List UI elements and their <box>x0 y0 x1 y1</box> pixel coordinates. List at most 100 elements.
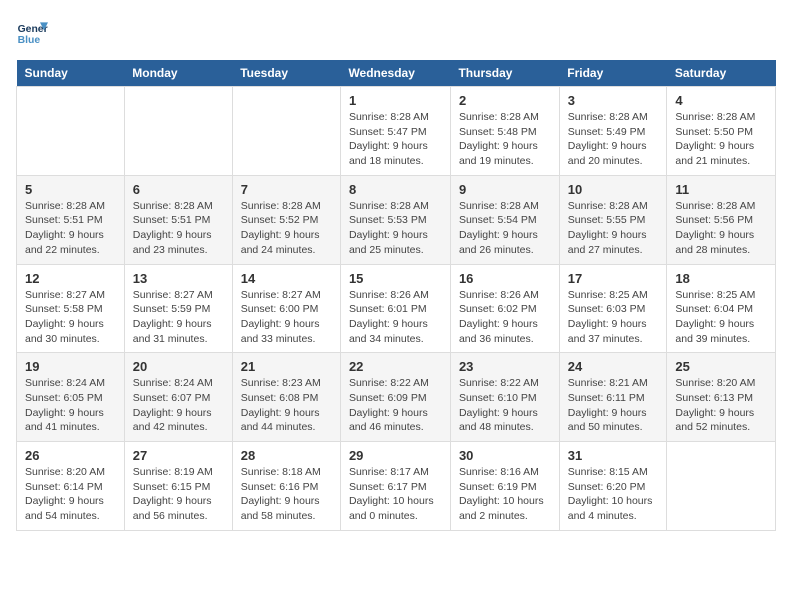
day-number: 29 <box>349 448 442 463</box>
weekday-header-sunday: Sunday <box>17 60 125 87</box>
day-info: Sunrise: 8:18 AM Sunset: 6:16 PM Dayligh… <box>241 465 332 524</box>
day-info: Sunrise: 8:25 AM Sunset: 6:03 PM Dayligh… <box>568 288 659 347</box>
calendar-cell <box>124 87 232 176</box>
calendar-cell: 7 Sunrise: 8:28 AM Sunset: 5:52 PM Daylig… <box>232 175 340 264</box>
day-info: Sunrise: 8:28 AM Sunset: 5:50 PM Dayligh… <box>675 110 767 169</box>
calendar-cell: 9Sunrise: 8:28 AM Sunset: 5:54 PM Daylig… <box>450 175 559 264</box>
logo: General Blue <box>16 16 52 48</box>
day-info: Sunrise: 8:23 AM Sunset: 6:08 PM Dayligh… <box>241 376 332 435</box>
day-info: Sunrise: 8:27 AM Sunset: 5:58 PM Dayligh… <box>25 288 116 347</box>
week-row-4: 19Sunrise: 8:24 AM Sunset: 6:05 PM Dayli… <box>17 353 776 442</box>
day-info: Sunrise: 8:22 AM Sunset: 6:10 PM Dayligh… <box>459 376 551 435</box>
calendar-cell: 18 Sunrise: 8:25 AM Sunset: 6:04 PM Dayli… <box>667 264 776 353</box>
weekday-header-monday: Monday <box>124 60 232 87</box>
week-row-1: 1Sunrise: 8:28 AM Sunset: 5:47 PM Daylig… <box>17 87 776 176</box>
day-number: 22 <box>349 359 442 374</box>
day-info: Sunrise: 8:24 AM Sunset: 6:07 PM Dayligh… <box>133 376 224 435</box>
day-number: 5 <box>25 182 116 197</box>
day-number: 12 <box>25 271 116 286</box>
calendar-cell: 16 Sunrise: 8:26 AM Sunset: 6:02 PM Dayli… <box>450 264 559 353</box>
day-number: 19 <box>25 359 116 374</box>
day-number: 18 <box>675 271 767 286</box>
day-info: Sunrise: 8:28 AM Sunset: 5:51 PM Dayligh… <box>133 199 224 258</box>
calendar-cell: 31 Sunrise: 8:15 AM Sunset: 6:20 PM Dayli… <box>559 442 667 531</box>
day-info: Sunrise: 8:15 AM Sunset: 6:20 PM Dayligh… <box>568 465 659 524</box>
calendar-cell: 10 Sunrise: 8:28 AM Sunset: 5:55 PM Dayli… <box>559 175 667 264</box>
calendar-cell: 24 Sunrise: 8:21 AM Sunset: 6:11 PM Dayli… <box>559 353 667 442</box>
day-info: Sunrise: 8:28 AM Sunset: 5:51 PM Dayligh… <box>25 199 116 258</box>
calendar-cell: 13 Sunrise: 8:27 AM Sunset: 5:59 PM Dayli… <box>124 264 232 353</box>
calendar-cell: 25 Sunrise: 8:20 AM Sunset: 6:13 PM Dayli… <box>667 353 776 442</box>
calendar-cell: 3 Sunrise: 8:28 AM Sunset: 5:49 PM Daylig… <box>559 87 667 176</box>
weekday-header-wednesday: Wednesday <box>340 60 450 87</box>
weekday-header-saturday: Saturday <box>667 60 776 87</box>
calendar-cell: 12 Sunrise: 8:27 AM Sunset: 5:58 PM Dayli… <box>17 264 125 353</box>
weekday-header-thursday: Thursday <box>450 60 559 87</box>
calendar-cell <box>17 87 125 176</box>
day-number: 13 <box>133 271 224 286</box>
calendar-cell: 17Sunrise: 8:25 AM Sunset: 6:03 PM Dayli… <box>559 264 667 353</box>
day-number: 23 <box>459 359 551 374</box>
day-number: 10 <box>568 182 659 197</box>
day-number: 25 <box>675 359 767 374</box>
day-number: 6 <box>133 182 224 197</box>
week-row-2: 5 Sunrise: 8:28 AM Sunset: 5:51 PM Daylig… <box>17 175 776 264</box>
day-info: Sunrise: 8:21 AM Sunset: 6:11 PM Dayligh… <box>568 376 659 435</box>
calendar-cell: 1Sunrise: 8:28 AM Sunset: 5:47 PM Daylig… <box>340 87 450 176</box>
day-number: 7 <box>241 182 332 197</box>
calendar-cell: 22 Sunrise: 8:22 AM Sunset: 6:09 PM Dayli… <box>340 353 450 442</box>
calendar-cell: 2 Sunrise: 8:28 AM Sunset: 5:48 PM Daylig… <box>450 87 559 176</box>
day-number: 21 <box>241 359 332 374</box>
week-row-5: 26Sunrise: 8:20 AM Sunset: 6:14 PM Dayli… <box>17 442 776 531</box>
day-number: 31 <box>568 448 659 463</box>
calendar-cell: 27 Sunrise: 8:19 AM Sunset: 6:15 PM Dayli… <box>124 442 232 531</box>
calendar-cell: 30Sunrise: 8:16 AM Sunset: 6:19 PM Dayli… <box>450 442 559 531</box>
day-info: Sunrise: 8:26 AM Sunset: 6:02 PM Dayligh… <box>459 288 551 347</box>
day-info: Sunrise: 8:20 AM Sunset: 6:13 PM Dayligh… <box>675 376 767 435</box>
day-number: 24 <box>568 359 659 374</box>
weekday-header-tuesday: Tuesday <box>232 60 340 87</box>
calendar-cell: 21 Sunrise: 8:23 AM Sunset: 6:08 PM Dayli… <box>232 353 340 442</box>
day-number: 8 <box>349 182 442 197</box>
weekday-header-row: SundayMondayTuesdayWednesdayThursdayFrid… <box>17 60 776 87</box>
svg-text:Blue: Blue <box>18 35 41 46</box>
calendar-table: SundayMondayTuesdayWednesdayThursdayFrid… <box>16 60 776 531</box>
calendar-cell: 15 Sunrise: 8:26 AM Sunset: 6:01 PM Dayli… <box>340 264 450 353</box>
day-number: 4 <box>675 93 767 108</box>
day-number: 16 <box>459 271 551 286</box>
day-number: 3 <box>568 93 659 108</box>
day-info: Sunrise: 8:28 AM Sunset: 5:53 PM Dayligh… <box>349 199 442 258</box>
calendar-cell: 11Sunrise: 8:28 AM Sunset: 5:56 PM Dayli… <box>667 175 776 264</box>
calendar-cell: 28 Sunrise: 8:18 AM Sunset: 6:16 PM Dayli… <box>232 442 340 531</box>
day-info: Sunrise: 8:25 AM Sunset: 6:04 PM Dayligh… <box>675 288 767 347</box>
day-number: 14 <box>241 271 332 286</box>
day-info: Sunrise: 8:26 AM Sunset: 6:01 PM Dayligh… <box>349 288 442 347</box>
day-number: 15 <box>349 271 442 286</box>
calendar-cell: 14 Sunrise: 8:27 AM Sunset: 6:00 PM Dayli… <box>232 264 340 353</box>
day-info: Sunrise: 8:28 AM Sunset: 5:55 PM Dayligh… <box>568 199 659 258</box>
calendar-cell: 29 Sunrise: 8:17 AM Sunset: 6:17 PM Dayli… <box>340 442 450 531</box>
day-info: Sunrise: 8:27 AM Sunset: 5:59 PM Dayligh… <box>133 288 224 347</box>
page-header: General Blue <box>16 16 776 48</box>
day-number: 28 <box>241 448 332 463</box>
day-number: 11 <box>675 182 767 197</box>
day-info: Sunrise: 8:28 AM Sunset: 5:47 PM Dayligh… <box>349 110 442 169</box>
day-info: Sunrise: 8:28 AM Sunset: 5:48 PM Dayligh… <box>459 110 551 169</box>
calendar-cell: 8 Sunrise: 8:28 AM Sunset: 5:53 PM Daylig… <box>340 175 450 264</box>
day-info: Sunrise: 8:27 AM Sunset: 6:00 PM Dayligh… <box>241 288 332 347</box>
calendar-cell: 6 Sunrise: 8:28 AM Sunset: 5:51 PM Daylig… <box>124 175 232 264</box>
calendar-cell <box>667 442 776 531</box>
day-info: Sunrise: 8:28 AM Sunset: 5:49 PM Dayligh… <box>568 110 659 169</box>
calendar-cell <box>232 87 340 176</box>
day-number: 2 <box>459 93 551 108</box>
day-info: Sunrise: 8:20 AM Sunset: 6:14 PM Dayligh… <box>25 465 116 524</box>
day-info: Sunrise: 8:28 AM Sunset: 5:52 PM Dayligh… <box>241 199 332 258</box>
day-info: Sunrise: 8:17 AM Sunset: 6:17 PM Dayligh… <box>349 465 442 524</box>
day-info: Sunrise: 8:22 AM Sunset: 6:09 PM Dayligh… <box>349 376 442 435</box>
day-info: Sunrise: 8:19 AM Sunset: 6:15 PM Dayligh… <box>133 465 224 524</box>
calendar-cell: 20Sunrise: 8:24 AM Sunset: 6:07 PM Dayli… <box>124 353 232 442</box>
day-number: 27 <box>133 448 224 463</box>
day-info: Sunrise: 8:28 AM Sunset: 5:54 PM Dayligh… <box>459 199 551 258</box>
calendar-cell: 5 Sunrise: 8:28 AM Sunset: 5:51 PM Daylig… <box>17 175 125 264</box>
calendar-cell: 26Sunrise: 8:20 AM Sunset: 6:14 PM Dayli… <box>17 442 125 531</box>
